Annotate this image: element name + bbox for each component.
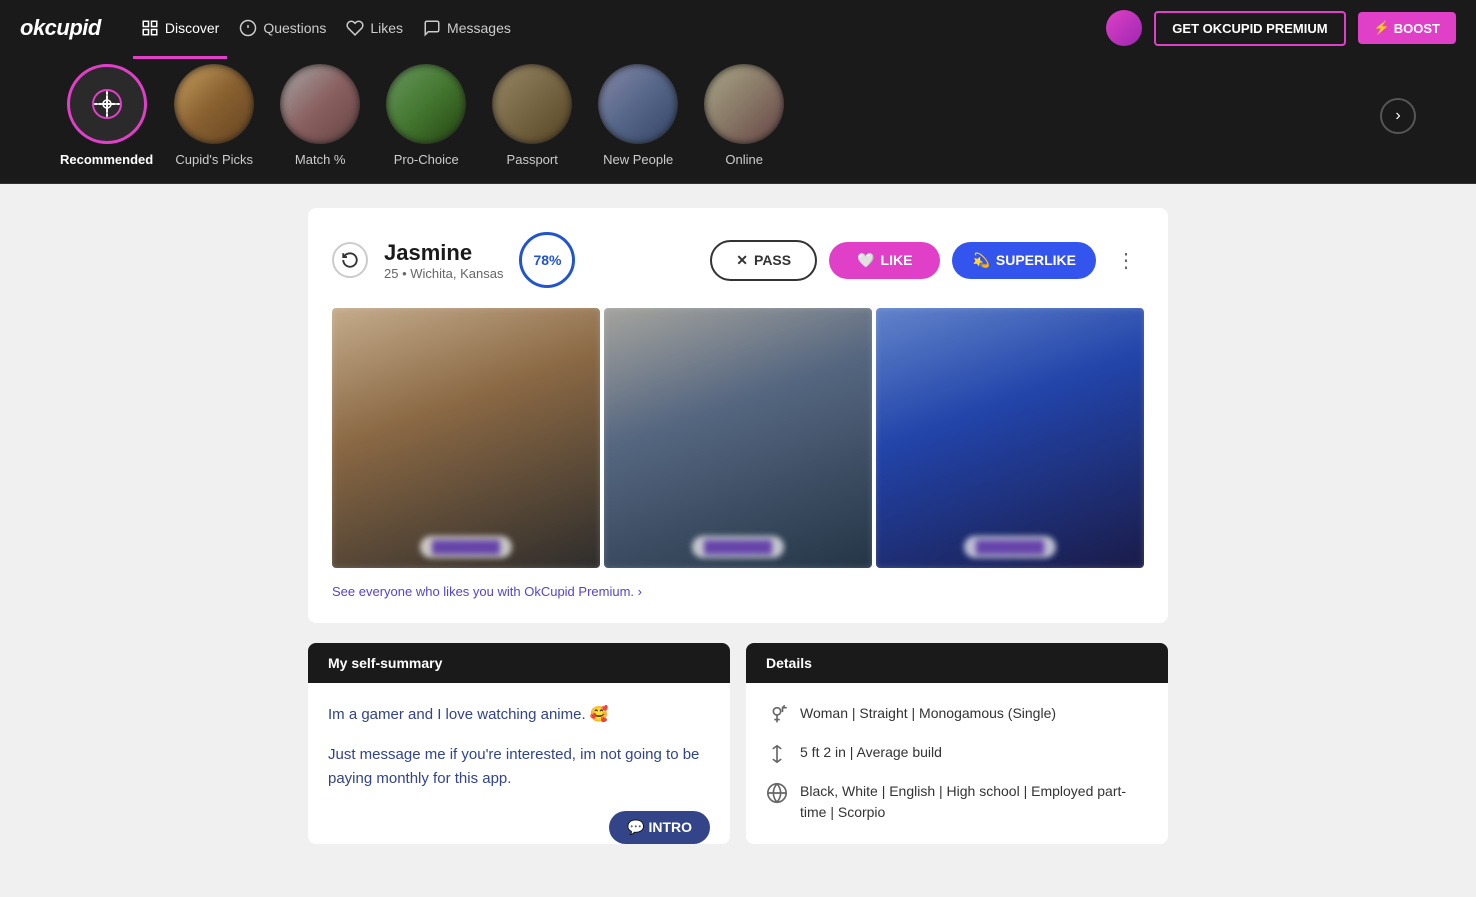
boost-lightning-icon: ⚡ [1374, 20, 1390, 36]
category-label-passport: Passport [507, 152, 558, 167]
details-list: Woman | Straight | Monogamous (Single) 5… [766, 703, 1148, 823]
refresh-icon [341, 251, 359, 269]
profile-name: Jasmine [384, 240, 503, 266]
photo-3-label: ████████ [964, 536, 1056, 558]
likes-icon [346, 19, 364, 37]
detail-item-height: 5 ft 2 in | Average build [766, 742, 1148, 765]
premium-link-wrapper: See everyone who likes you with OkCupid … [332, 584, 1144, 599]
summary-paragraph-1: Im a gamer and I love watching anime. 🥰 [328, 703, 710, 727]
category-label-online: Online [725, 152, 763, 167]
summary-text: Im a gamer and I love watching anime. 🥰 … [328, 703, 710, 791]
like-heart-icon: 🤍 [857, 252, 874, 269]
category-match[interactable]: Match % [275, 64, 365, 167]
main-nav: Discover Questions Likes Messages [133, 15, 519, 41]
category-label-newpeople: New People [603, 152, 673, 167]
category-label-recommended: Recommended [60, 152, 153, 167]
more-options-button[interactable]: ⋮ [1108, 244, 1144, 277]
details-header: Details [746, 643, 1168, 683]
categories-bar: Recommended Cupid's Picks Match % Pro-Ch… [0, 56, 1476, 184]
superlike-icon: 💫 [972, 252, 989, 269]
self-summary-card: My self-summary Im a gamer and I love wa… [308, 643, 730, 844]
boost-button[interactable]: ⚡ BOOST [1358, 12, 1456, 44]
category-recommended[interactable]: Recommended [60, 64, 153, 167]
nav-item-discover[interactable]: Discover [133, 15, 227, 41]
details-body: Woman | Straight | Monogamous (Single) 5… [746, 683, 1168, 843]
category-online[interactable]: Online [699, 64, 789, 167]
profile-info: 25 • Wichita, Kansas [384, 266, 503, 281]
summary-header: My self-summary [308, 643, 730, 683]
like-label: LIKE [881, 252, 913, 268]
discover-icon [141, 19, 159, 37]
pass-label: PASS [754, 252, 791, 268]
category-cupids-picks[interactable]: Cupid's Picks [169, 64, 259, 167]
premium-button[interactable]: GET OKCUPID PREMIUM [1154, 11, 1345, 46]
online-thumb [704, 64, 784, 144]
profile-sections: My self-summary Im a gamer and I love wa… [308, 643, 1168, 844]
photo-1-label: ████████ [420, 536, 512, 558]
recommended-thumb [67, 64, 147, 144]
header: okcupid Discover Questions Likes Message… [0, 0, 1476, 56]
gender-icon [766, 704, 788, 726]
profile-card: Jasmine 25 • Wichita, Kansas 78% ✕ PASS … [308, 208, 1168, 623]
prochoice-thumb [386, 64, 466, 144]
app-logo: okcupid [20, 15, 101, 41]
nav-label-messages: Messages [447, 20, 511, 36]
detail-item-gender: Woman | Straight | Monogamous (Single) [766, 703, 1148, 726]
summary-body: Im a gamer and I love watching anime. 🥰 … [308, 683, 730, 831]
category-new-people[interactable]: New People [593, 64, 683, 167]
profile-header: Jasmine 25 • Wichita, Kansas 78% ✕ PASS … [332, 232, 1144, 288]
user-avatar[interactable] [1106, 10, 1142, 46]
match-circle: 78% [519, 232, 575, 288]
nav-item-messages[interactable]: Messages [415, 15, 519, 41]
photo-2[interactable]: ████████ [604, 308, 872, 568]
details-card: Details Woman | Straight | Monogamous (S… [746, 643, 1168, 844]
category-passport[interactable]: Passport [487, 64, 577, 167]
questions-icon [239, 19, 257, 37]
category-label-cupids: Cupid's Picks [175, 152, 253, 167]
superlike-button[interactable]: 💫 SUPERLIKE [952, 242, 1096, 279]
match-percent: 78% [533, 252, 561, 268]
category-label-prochoice: Pro-Choice [394, 152, 459, 167]
pass-x-icon: ✕ [736, 252, 748, 269]
messages-icon [423, 19, 441, 37]
nav-label-likes: Likes [370, 20, 403, 36]
back-button[interactable] [332, 242, 368, 278]
nav-item-questions[interactable]: Questions [231, 15, 334, 41]
intro-button[interactable]: 💬 INTRO [609, 811, 710, 844]
like-button[interactable]: 🤍 LIKE [829, 242, 940, 279]
nav-item-likes[interactable]: Likes [338, 15, 411, 41]
detail-text-gender: Woman | Straight | Monogamous (Single) [800, 703, 1056, 724]
pass-button[interactable]: ✕ PASS [710, 240, 817, 281]
cupids-thumb [174, 64, 254, 144]
nav-label-discover: Discover [165, 20, 219, 36]
passport-thumb [492, 64, 572, 144]
match-thumb [280, 64, 360, 144]
main-content: Jasmine 25 • Wichita, Kansas 78% ✕ PASS … [288, 208, 1188, 844]
detail-text-height: 5 ft 2 in | Average build [800, 742, 942, 763]
superlike-label: SUPERLIKE [996, 252, 1076, 268]
action-buttons: ✕ PASS 🤍 LIKE 💫 SUPERLIKE ⋮ [710, 240, 1144, 281]
nav-label-questions: Questions [263, 20, 326, 36]
detail-text-background: Black, White | English | High school | E… [800, 781, 1148, 823]
photo-3[interactable]: ████████ [876, 308, 1144, 568]
photo-2-label: ████████ [692, 536, 784, 558]
category-label-match: Match % [295, 152, 346, 167]
profile-name-block: Jasmine 25 • Wichita, Kansas [384, 240, 503, 281]
photo-1[interactable]: ████████ [332, 308, 600, 568]
photo-grid: ████████ ████████ ████████ [332, 308, 1144, 568]
recommended-icon [89, 86, 125, 122]
premium-link[interactable]: See everyone who likes you with OkCupid … [332, 584, 1144, 599]
globe-icon [766, 782, 788, 804]
summary-paragraph-2: Just message me if you're interested, im… [328, 743, 710, 791]
categories-next-button[interactable]: › [1380, 98, 1416, 134]
height-icon [766, 743, 788, 765]
category-pro-choice[interactable]: Pro-Choice [381, 64, 471, 167]
newpeople-thumb [598, 64, 678, 144]
header-right: GET OKCUPID PREMIUM ⚡ BOOST [1106, 10, 1456, 46]
detail-item-background: Black, White | English | High school | E… [766, 781, 1148, 823]
